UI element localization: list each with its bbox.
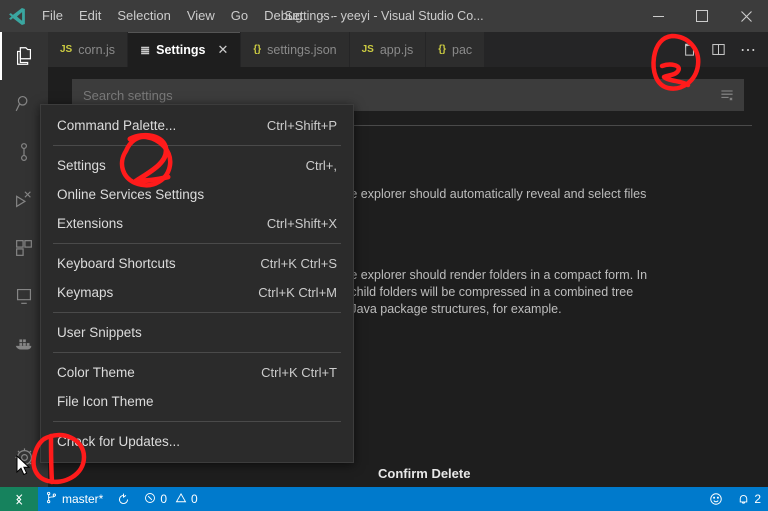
- bell-notification-icon[interactable]: 2: [730, 487, 768, 511]
- clear-filter-icon[interactable]: [717, 85, 737, 105]
- menu-separator: [53, 421, 341, 422]
- tab-label: settings.json: [267, 42, 337, 57]
- status-error-count: 0: [160, 492, 168, 506]
- sync-icon[interactable]: [110, 487, 137, 511]
- js-file-icon: JS: [60, 44, 73, 55]
- smiley-feedback-icon[interactable]: [702, 487, 730, 511]
- menu-item-file-icon-theme[interactable]: File Icon Theme: [41, 387, 353, 416]
- vscode-window: File Edit Selection View Go Debug ⋯ Sett…: [0, 0, 768, 511]
- tab-package-json[interactable]: {} pac: [426, 32, 486, 67]
- search-placeholder: Search settings: [83, 87, 173, 103]
- menu-separator: [53, 243, 341, 244]
- manage-context-menu: Command Palette... Ctrl+Shift+P Settings…: [40, 104, 354, 463]
- json-file-icon: {}: [253, 44, 262, 55]
- menu-separator: [53, 145, 341, 146]
- status-branch[interactable]: master*: [38, 487, 110, 511]
- explorer-icon[interactable]: [0, 32, 48, 80]
- tab-label: pac: [452, 42, 473, 57]
- menu-item-label: Color Theme: [57, 365, 135, 380]
- settings-tab-icon: ≣: [140, 42, 151, 57]
- menubar-item-view[interactable]: View: [179, 0, 223, 32]
- menu-bar[interactable]: File Edit Selection View Go Debug ⋯: [34, 0, 345, 32]
- menubar-item-selection[interactable]: Selection: [109, 0, 178, 32]
- tab-corn-js[interactable]: JS corn.js: [48, 32, 129, 67]
- js-file-icon: JS: [361, 44, 374, 55]
- menu-item-label: Command Palette...: [57, 118, 177, 133]
- menu-item-keybind: Ctrl+Shift+P: [266, 118, 337, 133]
- status-warning-count: 0: [191, 492, 198, 506]
- menu-item-label: Online Services Settings: [57, 187, 205, 202]
- menu-item-online-services-settings[interactable]: Online Services Settings: [41, 180, 353, 209]
- menu-item-label: Check for Updates...: [57, 434, 181, 449]
- menu-separator: [53, 312, 341, 313]
- menu-item-command-palette[interactable]: Command Palette... Ctrl+Shift+P: [41, 111, 353, 140]
- tab-label: app.js: [379, 42, 414, 57]
- menu-item-label: Keyboard Shortcuts: [57, 256, 176, 271]
- source-control-branch-icon: [45, 491, 58, 507]
- menu-item-keyboard-shortcuts[interactable]: Keyboard Shortcuts Ctrl+K Ctrl+S: [41, 249, 353, 278]
- menu-item-settings[interactable]: Settings Ctrl+,: [41, 151, 353, 180]
- menu-item-check-for-updates[interactable]: Check for Updates...: [41, 427, 353, 456]
- tab-label: Settings: [156, 42, 206, 57]
- menu-item-label: File Icon Theme: [57, 394, 154, 409]
- menubar-item-file[interactable]: File: [34, 0, 71, 32]
- open-settings-json-icon[interactable]: [674, 36, 702, 64]
- json-file-icon: {}: [438, 44, 447, 55]
- tab-close-icon[interactable]: ✕: [217, 43, 228, 56]
- tab-label: corn.js: [78, 42, 116, 57]
- status-bar: master* 0 0 2: [0, 487, 768, 511]
- menu-item-label: Settings: [57, 158, 106, 173]
- menu-item-label: Keymaps: [57, 285, 114, 300]
- warning-icon: [175, 492, 187, 507]
- remote-host-icon[interactable]: [0, 487, 38, 511]
- more-actions-icon[interactable]: ⋯: [734, 36, 762, 64]
- menu-item-keybind: Ctrl+K Ctrl+S: [260, 256, 337, 271]
- menu-item-user-snippets[interactable]: User Snippets: [41, 318, 353, 347]
- status-branch-label: master*: [62, 492, 104, 506]
- menu-separator: [53, 352, 341, 353]
- maximize-icon[interactable]: [680, 0, 724, 32]
- tab-settings-json[interactable]: {} settings.json: [241, 32, 350, 67]
- minimize-icon[interactable]: [636, 0, 680, 32]
- menu-item-color-theme[interactable]: Color Theme Ctrl+K Ctrl+T: [41, 358, 353, 387]
- menu-item-extensions[interactable]: Extensions Ctrl+Shift+X: [41, 209, 353, 238]
- status-problems[interactable]: 0 0: [137, 487, 204, 511]
- vscode-logo-icon: [0, 0, 34, 32]
- editor-tab-actions: ⋯: [674, 32, 768, 67]
- status-bar-right: 2: [702, 487, 768, 511]
- title-bar: File Edit Selection View Go Debug ⋯ Sett…: [0, 0, 768, 32]
- menu-item-keybind: Ctrl+K Ctrl+M: [258, 285, 337, 300]
- error-icon: [144, 492, 156, 507]
- menubar-item-go[interactable]: Go: [223, 0, 256, 32]
- editor-tab-bar: JS corn.js ≣ Settings ✕ {} settings.json…: [48, 32, 768, 67]
- setting-label-confirm-delete: Confirm Delete: [378, 466, 471, 481]
- menu-item-keybind: Ctrl+K Ctrl+T: [261, 365, 337, 380]
- menu-item-keybind: Ctrl+Shift+X: [266, 216, 337, 231]
- tab-app-js[interactable]: JS app.js: [349, 32, 427, 67]
- menubar-item-debug[interactable]: Debug: [256, 0, 310, 32]
- tab-settings[interactable]: ≣ Settings ✕: [128, 32, 242, 67]
- menu-item-keybind: Ctrl+,: [305, 158, 337, 173]
- notification-count: 2: [754, 492, 761, 506]
- menubar-item-more[interactable]: ⋯: [310, 0, 345, 32]
- menu-item-label: User Snippets: [57, 325, 142, 340]
- menubar-item-edit[interactable]: Edit: [71, 0, 109, 32]
- menu-item-label: Extensions: [57, 216, 124, 231]
- menu-item-keymaps[interactable]: Keymaps Ctrl+K Ctrl+M: [41, 278, 353, 307]
- window-controls[interactable]: [636, 0, 768, 32]
- split-editor-icon[interactable]: [704, 36, 732, 64]
- close-icon[interactable]: [724, 0, 768, 32]
